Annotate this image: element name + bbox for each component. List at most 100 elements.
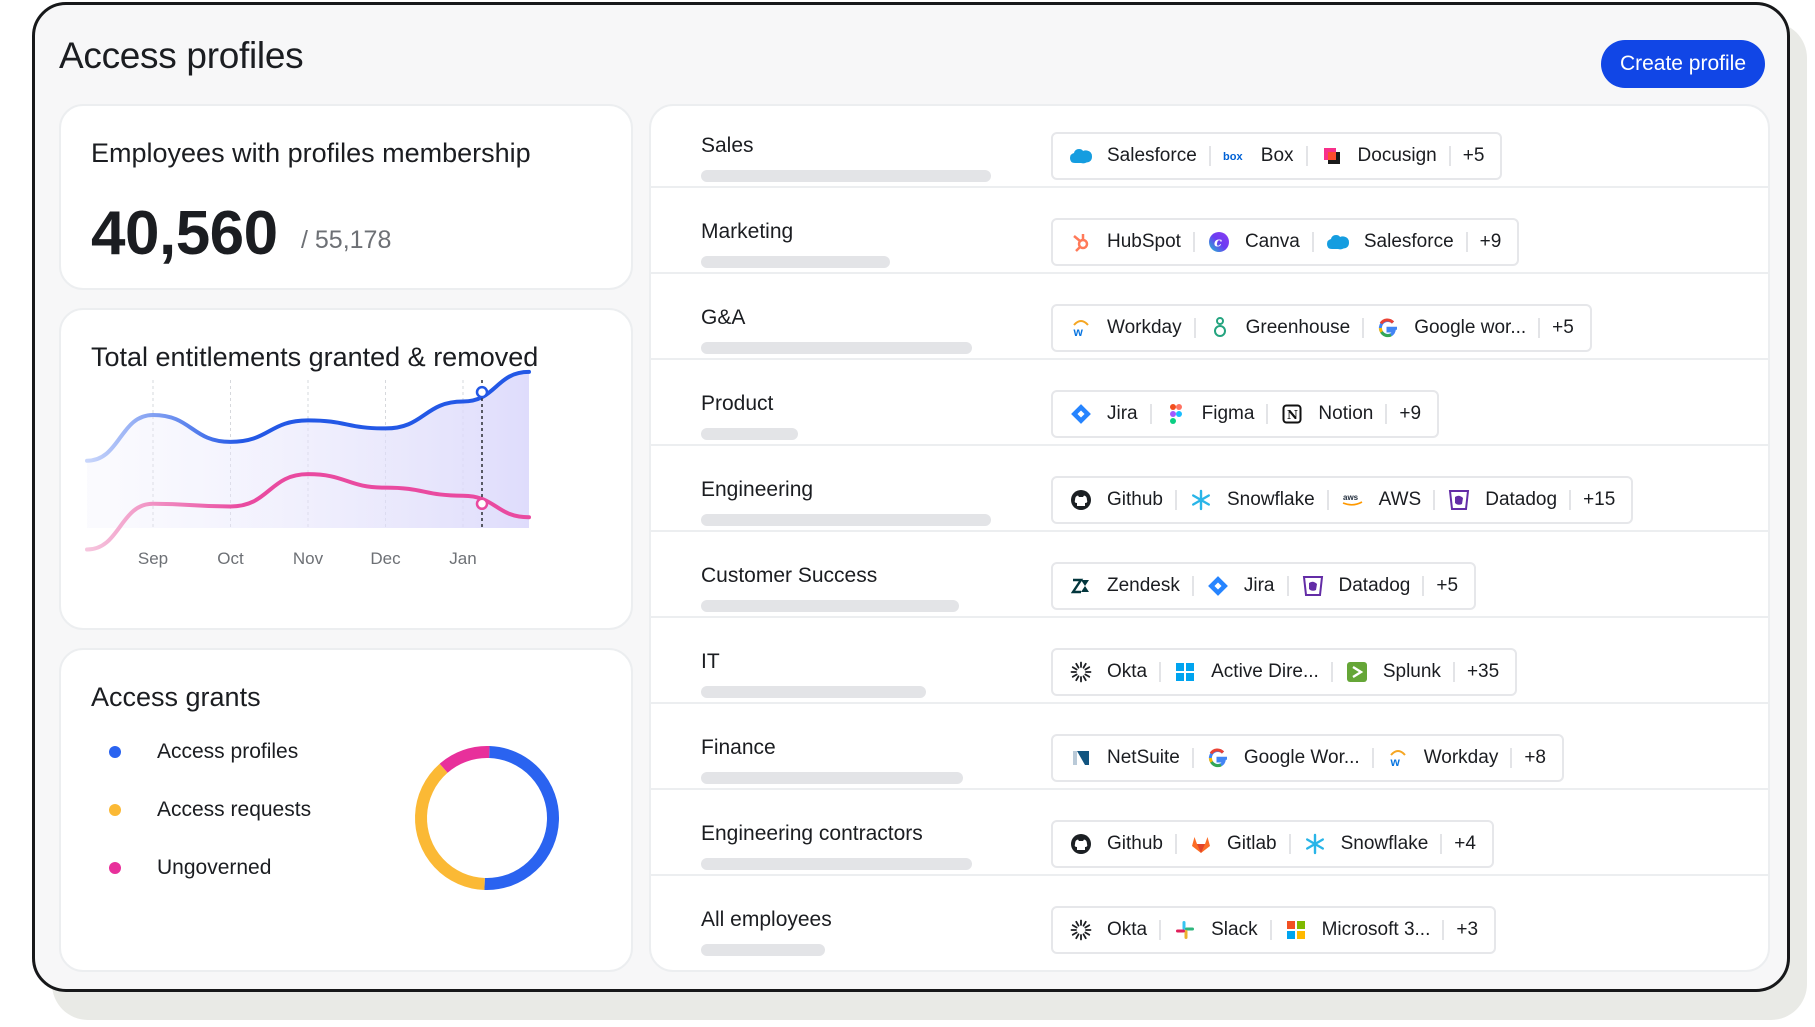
app-separator bbox=[1440, 834, 1443, 854]
profile-apps-list[interactable]: Okta Slack Microsoft 3... +3 bbox=[1051, 906, 1497, 954]
app-separator bbox=[1442, 920, 1445, 940]
app-chip[interactable]: Salesforce bbox=[1069, 144, 1197, 168]
app-chip[interactable]: Google Wor... bbox=[1206, 746, 1360, 770]
profile-row[interactable]: Customer Success Zendesk Jira Datadog +5 bbox=[651, 534, 1768, 618]
netsuite-icon bbox=[1069, 746, 1093, 770]
entitlements-chart-card: Total entitlements granted & removed Sep… bbox=[59, 308, 633, 630]
profile-apps-list[interactable]: Jira Figma N Notion +9 bbox=[1051, 390, 1440, 438]
app-chip[interactable]: Snowflake bbox=[1189, 488, 1315, 512]
app-separator bbox=[1269, 920, 1272, 940]
app-separator bbox=[1362, 318, 1365, 338]
app-chip[interactable]: Slack bbox=[1173, 918, 1258, 942]
app-chip[interactable]: Active Dire... bbox=[1173, 660, 1319, 684]
app-chip[interactable]: Google wor... bbox=[1376, 316, 1526, 340]
profile-row[interactable]: All employees Okta Slack Microsoft 3... +3 bbox=[651, 878, 1768, 962]
profile-name[interactable]: G&A bbox=[701, 306, 745, 330]
app-chip[interactable]: NetSuite bbox=[1069, 746, 1180, 770]
app-chip[interactable]: Splunk bbox=[1345, 660, 1441, 684]
profile-name[interactable]: Customer Success bbox=[701, 564, 877, 588]
more-apps-count[interactable]: +9 bbox=[1399, 403, 1421, 425]
profile-apps-list[interactable]: Github Snowflake aws AWS Datadog +15 bbox=[1051, 476, 1634, 524]
app-name: HubSpot bbox=[1107, 231, 1181, 252]
profile-apps-list[interactable]: w Workday Greenhouse Google wor... +5 bbox=[1051, 304, 1592, 352]
more-apps-count[interactable]: +8 bbox=[1524, 747, 1546, 769]
profile-row[interactable]: Product Jira Figma N Notion +9 bbox=[651, 362, 1768, 446]
app-chip[interactable]: w Workday bbox=[1069, 316, 1182, 340]
svg-text:w: w bbox=[1073, 325, 1084, 339]
profile-apps-list[interactable]: Github Gitlab Snowflake +4 bbox=[1051, 820, 1494, 868]
profile-name[interactable]: Sales bbox=[701, 134, 754, 158]
app-chip[interactable]: aws AWS bbox=[1341, 488, 1421, 512]
profile-row[interactable]: Engineering contractors Github Gitlab Snowf… bbox=[651, 792, 1768, 876]
profile-apps-list[interactable]: Salesforce box Box Docusign +5 bbox=[1051, 132, 1503, 180]
profile-name[interactable]: Product bbox=[701, 392, 773, 416]
chart-point[interactable] bbox=[475, 497, 489, 511]
profile-progress-bar bbox=[701, 514, 991, 526]
app-chip[interactable]: c Canva bbox=[1207, 230, 1300, 254]
more-apps-count[interactable]: +4 bbox=[1454, 833, 1476, 855]
entitlements-chart: Sep Oct Nov Dec Jan bbox=[85, 369, 531, 568]
app-chip[interactable]: Jira bbox=[1069, 402, 1138, 426]
more-apps-count[interactable]: +3 bbox=[1456, 919, 1478, 941]
app-name: Snowflake bbox=[1340, 833, 1429, 854]
slack-icon bbox=[1173, 918, 1197, 942]
workday-icon: w bbox=[1386, 746, 1410, 770]
app-chip[interactable]: Salesforce bbox=[1326, 230, 1454, 254]
datadog-icon bbox=[1301, 574, 1325, 598]
more-apps-count[interactable]: +15 bbox=[1583, 489, 1615, 511]
more-apps-count[interactable]: +35 bbox=[1467, 661, 1499, 683]
app-chip[interactable]: Github bbox=[1069, 832, 1163, 856]
app-chip[interactable]: Okta bbox=[1069, 660, 1147, 684]
profile-row[interactable]: IT Okta Active Dire... Splunk +35 bbox=[651, 620, 1768, 704]
app-name: Splunk bbox=[1382, 661, 1441, 682]
github-icon bbox=[1069, 832, 1093, 856]
profile-progress-bar bbox=[701, 600, 959, 612]
profile-row[interactable]: Marketing HubSpot c Canva Salesforce +9 bbox=[651, 190, 1768, 274]
app-chip[interactable]: Docusign bbox=[1320, 144, 1437, 168]
app-chip[interactable]: Greenhouse bbox=[1208, 316, 1350, 340]
profile-name[interactable]: IT bbox=[701, 650, 720, 674]
profile-apps-list[interactable]: NetSuite Google Wor... w Workday +8 bbox=[1051, 734, 1564, 782]
app-chip[interactable]: Okta bbox=[1069, 918, 1147, 942]
app-chip[interactable]: w Workday bbox=[1386, 746, 1498, 770]
app-chip[interactable]: N Notion bbox=[1280, 402, 1373, 426]
profile-name[interactable]: Engineering bbox=[701, 478, 813, 502]
more-apps-count[interactable]: +5 bbox=[1552, 317, 1574, 339]
profile-name[interactable]: Finance bbox=[701, 736, 776, 760]
zendesk-icon bbox=[1069, 574, 1093, 598]
chart-x-tick-label: Sep bbox=[138, 549, 168, 568]
app-name: Github bbox=[1107, 833, 1163, 854]
app-chip[interactable]: Figma bbox=[1164, 402, 1254, 426]
app-chip[interactable]: Datadog bbox=[1301, 574, 1410, 598]
app-chip[interactable]: Snowflake bbox=[1303, 832, 1429, 856]
app-chip[interactable]: Datadog bbox=[1447, 488, 1557, 512]
more-apps-count[interactable]: +5 bbox=[1436, 575, 1458, 597]
profile-row[interactable]: Engineering Github Snowflake aws AWS Datadog +… bbox=[651, 448, 1768, 532]
app-chip[interactable]: Gitlab bbox=[1189, 832, 1277, 856]
chart-point[interactable] bbox=[475, 385, 489, 399]
profile-row[interactable]: G&A w Workday Greenhouse Google wor... +5 bbox=[651, 276, 1768, 360]
access-grants-card: Access grants Access profiles Access requ… bbox=[59, 648, 633, 972]
app-name: Workday bbox=[1107, 317, 1182, 338]
app-chip[interactable]: Zendesk bbox=[1069, 574, 1180, 598]
membership-stats-card: Employees with profiles membership 40,56… bbox=[59, 104, 633, 290]
profile-apps-list[interactable]: Zendesk Jira Datadog +5 bbox=[1051, 562, 1477, 610]
app-chip[interactable]: box Box bbox=[1223, 144, 1294, 168]
membership-total: / 55,178 bbox=[301, 226, 392, 254]
app-chip[interactable]: Github bbox=[1069, 488, 1163, 512]
app-chip[interactable]: Microsoft 3... bbox=[1284, 918, 1430, 942]
profile-name[interactable]: All employees bbox=[701, 908, 832, 932]
more-apps-count[interactable]: +9 bbox=[1480, 231, 1502, 253]
more-apps-count[interactable]: +5 bbox=[1463, 145, 1485, 167]
app-chip[interactable]: HubSpot bbox=[1069, 230, 1181, 254]
profile-name[interactable]: Engineering contractors bbox=[701, 822, 923, 846]
profile-progress-bar bbox=[701, 342, 972, 354]
profile-apps-list[interactable]: Okta Active Dire... Splunk +35 bbox=[1051, 648, 1518, 696]
profile-row[interactable]: Finance NetSuite Google Wor... w Workday +8 bbox=[651, 706, 1768, 790]
create-profile-button[interactable]: Create profile bbox=[1600, 40, 1765, 88]
app-name: Box bbox=[1260, 145, 1294, 166]
profile-apps-list[interactable]: HubSpot c Canva Salesforce +9 bbox=[1051, 218, 1520, 266]
profile-name[interactable]: Marketing bbox=[701, 220, 793, 244]
app-chip[interactable]: Jira bbox=[1206, 574, 1275, 598]
profile-row[interactable]: Sales Salesforce box Box Docusign +5 bbox=[651, 106, 1768, 188]
